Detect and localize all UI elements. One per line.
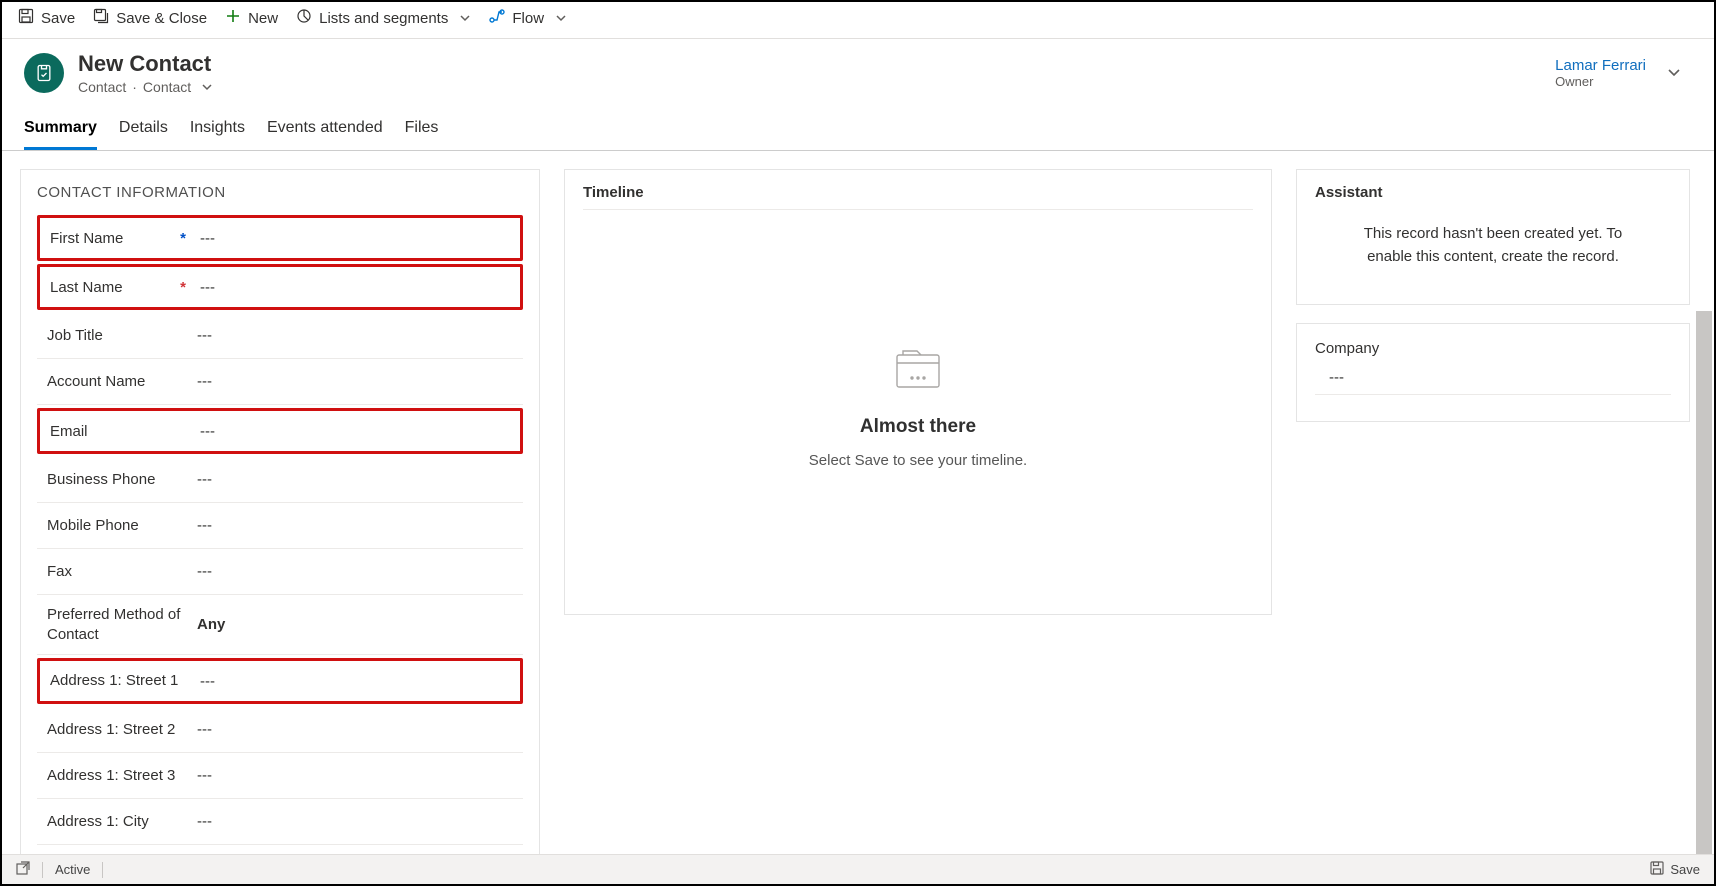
save-icon — [1650, 861, 1664, 878]
owner-block[interactable]: Lamar Ferrari Owner — [1555, 57, 1646, 89]
field-label: Address 1: Street 3 — [47, 766, 197, 786]
field-label: Business Phone — [47, 471, 197, 488]
scrollbar-track[interactable] — [1696, 311, 1712, 854]
scrollbar-thumb[interactable] — [1696, 311, 1712, 871]
field-row[interactable]: Last Name*--- — [37, 264, 523, 310]
field-row[interactable]: Address 1: City--- — [37, 799, 523, 845]
assistant-title: Assistant — [1315, 184, 1671, 201]
field-value[interactable]: --- — [197, 767, 519, 784]
field-label: Account Name — [47, 373, 197, 390]
company-label: Company — [1315, 340, 1671, 357]
field-row[interactable]: Address 1: Street 2--- — [37, 707, 523, 753]
save-close-icon — [93, 8, 109, 28]
timeline-sub: Select Save to see your timeline. — [809, 452, 1027, 469]
avatar — [24, 53, 64, 93]
timeline-card: Timeline Almost there Select Save to see… — [564, 169, 1272, 615]
flow-label: Flow — [512, 10, 544, 27]
assistant-message: This record hasn't been created yet. To … — [1315, 201, 1671, 278]
owner-label: Owner — [1555, 74, 1646, 89]
field-value[interactable]: --- — [197, 721, 519, 738]
timeline-title: Timeline — [583, 184, 1253, 210]
save-icon — [18, 8, 34, 28]
chevron-down-icon[interactable] — [201, 81, 213, 93]
field-label: Address 1: Street 2 — [47, 720, 197, 740]
save-button[interactable]: Save — [18, 8, 75, 28]
field-label: Address 1: Street 1 — [50, 671, 200, 691]
assistant-card: Assistant This record hasn't been create… — [1296, 169, 1690, 305]
field-value[interactable]: --- — [197, 373, 519, 390]
field-value[interactable]: --- — [200, 673, 516, 690]
lists-segments-button[interactable]: Lists and segments — [296, 8, 471, 28]
field-label: Mobile Phone — [47, 517, 197, 534]
field-row[interactable]: Fax--- — [37, 549, 523, 595]
company-card: Company --- — [1296, 323, 1690, 422]
field-row[interactable]: Account Name--- — [37, 359, 523, 405]
owner-name: Lamar Ferrari — [1555, 57, 1646, 74]
field-value[interactable]: --- — [200, 423, 516, 440]
tab-summary[interactable]: Summary — [24, 119, 97, 150]
field-row[interactable]: Job Title--- — [37, 313, 523, 359]
field-label: Preferred Method of Contact — [47, 605, 197, 644]
folder-icon — [889, 341, 947, 402]
header-expand-button[interactable] — [1666, 64, 1682, 83]
entity-label: Contact — [78, 79, 126, 95]
contact-information-section: CONTACT INFORMATION First Name*---Last N… — [20, 169, 540, 884]
field-value[interactable]: --- — [200, 230, 516, 247]
flow-button[interactable]: Flow — [489, 8, 567, 28]
form-selector[interactable]: Contact — [143, 79, 191, 95]
field-value[interactable]: --- — [197, 563, 519, 580]
status-bar: Active Save — [2, 854, 1714, 884]
tab-details[interactable]: Details — [119, 119, 168, 150]
field-row[interactable]: Address 1: Street 3--- — [37, 753, 523, 799]
company-value[interactable]: --- — [1315, 357, 1671, 395]
field-row[interactable]: Preferred Method of ContactAny — [37, 595, 523, 655]
field-value[interactable]: --- — [197, 517, 519, 534]
tab-files[interactable]: Files — [405, 119, 439, 150]
field-row[interactable]: Email--- — [37, 408, 523, 454]
field-value[interactable]: --- — [200, 279, 516, 296]
save-label: Save — [41, 10, 75, 27]
field-value[interactable]: --- — [197, 813, 519, 830]
flow-icon — [489, 8, 505, 28]
field-label: Email — [50, 423, 200, 440]
field-label: First Name* — [50, 230, 200, 247]
field-label: Last Name* — [50, 279, 200, 296]
footer-save-button[interactable]: Save — [1650, 861, 1700, 878]
field-row[interactable]: Business Phone--- — [37, 457, 523, 503]
save-close-button[interactable]: Save & Close — [93, 8, 207, 28]
popout-icon[interactable] — [16, 861, 30, 878]
field-row[interactable]: Mobile Phone--- — [37, 503, 523, 549]
new-label: New — [248, 10, 278, 27]
chevron-down-icon — [555, 12, 567, 24]
chevron-down-icon — [459, 12, 471, 24]
field-value[interactable]: --- — [197, 471, 519, 488]
tab-insights[interactable]: Insights — [190, 119, 245, 150]
tab-list: Summary Details Insights Events attended… — [2, 101, 1714, 151]
page-title: New Contact — [78, 51, 213, 77]
segment-icon — [296, 8, 312, 28]
command-bar: Save Save & Close New Lists and segments — [2, 2, 1714, 39]
new-button[interactable]: New — [225, 8, 278, 28]
field-value[interactable]: Any — [197, 616, 519, 633]
plus-icon — [225, 8, 241, 28]
tab-events[interactable]: Events attended — [267, 119, 383, 150]
save-close-label: Save & Close — [116, 10, 207, 27]
field-label: Address 1: City — [47, 813, 197, 830]
section-title: CONTACT INFORMATION — [37, 184, 523, 201]
lists-label: Lists and segments — [319, 10, 448, 27]
field-row[interactable]: First Name*--- — [37, 215, 523, 261]
record-header: New Contact Contact · Contact Lamar Ferr… — [2, 39, 1714, 95]
field-value[interactable]: --- — [197, 327, 519, 344]
field-row[interactable]: Address 1: Street 1--- — [37, 658, 523, 704]
field-label: Fax — [47, 563, 197, 580]
field-label: Job Title — [47, 327, 197, 344]
status-text: Active — [55, 862, 90, 877]
timeline-heading: Almost there — [860, 416, 976, 438]
